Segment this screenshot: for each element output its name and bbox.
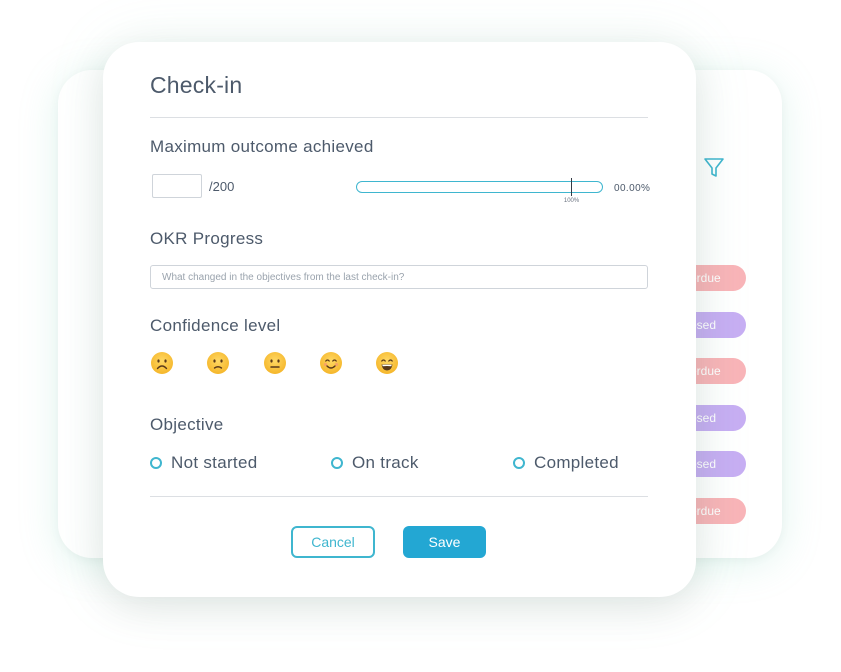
sad-face-icon[interactable]: [206, 351, 230, 375]
okr-progress-label: OKR Progress: [150, 229, 264, 248]
neutral-face-icon[interactable]: [263, 351, 287, 375]
objective-option-on-track[interactable]: On track: [331, 452, 419, 474]
radio-circle-icon[interactable]: [150, 457, 162, 469]
check-in-modal: Check-in Maximum outcome achieved /200 1…: [103, 42, 696, 597]
objective-label: Objective: [150, 415, 224, 434]
outcome-max-value: /200: [209, 179, 235, 194]
outcome-progress-bar: [356, 181, 603, 193]
objective-option-label: On track: [352, 453, 419, 472]
outcome-label: Maximum outcome achieved: [150, 137, 374, 156]
progress-tick-label: 100%: [563, 198, 580, 204]
happy-face-icon[interactable]: [319, 351, 343, 375]
modal-title: Check-in: [150, 72, 243, 98]
header-divider: [150, 117, 648, 118]
objective-option-not-started[interactable]: Not started: [150, 452, 257, 474]
radio-circle-icon[interactable]: [513, 457, 525, 469]
objective-option-label: Not started: [171, 453, 258, 472]
outcome-input[interactable]: [152, 174, 202, 198]
very-sad-face-icon[interactable]: [150, 351, 174, 375]
objective-option-label: Completed: [534, 453, 619, 472]
footer-divider: [150, 496, 648, 497]
filter-icon[interactable]: [702, 156, 726, 180]
very-happy-face-icon[interactable]: [375, 351, 399, 375]
radio-circle-icon[interactable]: [331, 457, 343, 469]
objective-option-completed[interactable]: Completed: [513, 452, 619, 474]
progress-target-marker: [570, 178, 573, 196]
save-button[interactable]: Save: [403, 526, 486, 558]
confidence-label: Confidence level: [150, 316, 281, 335]
okr-progress-input[interactable]: [150, 265, 648, 289]
cancel-button[interactable]: Cancel: [291, 526, 375, 558]
progress-percent: 00.00%: [614, 183, 651, 194]
